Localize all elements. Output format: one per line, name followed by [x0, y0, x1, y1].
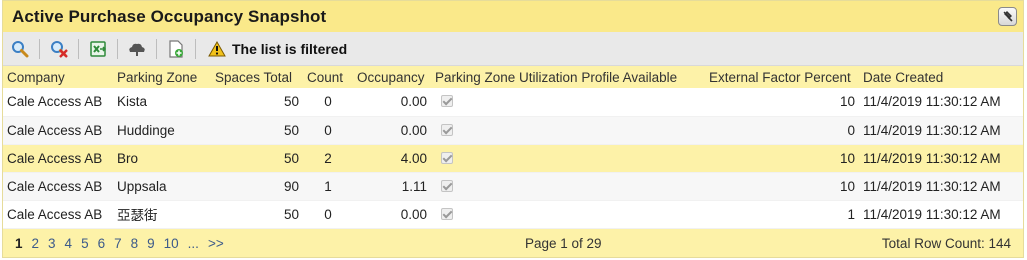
cell-company: Cale Access AB — [3, 172, 113, 201]
cell-count: 0 — [303, 200, 353, 229]
page-links: 1 2 3 4 5 6 7 8 9 10... >> — [3, 236, 233, 251]
cell-external-factor: 10 — [705, 172, 859, 201]
cell-occupancy: 1.11 — [353, 172, 431, 201]
cell-external-factor: 10 — [705, 144, 859, 173]
column-header-count[interactable]: Count — [303, 66, 353, 88]
title-bar: Active Purchase Occupancy Snapshot — [3, 1, 1023, 32]
column-header-company[interactable]: Company — [3, 66, 113, 88]
column-header-utilization-profile[interactable]: Parking Zone Utilization Profile Availab… — [431, 66, 705, 88]
profile-checkbox — [441, 179, 453, 192]
toolbar-divider — [39, 38, 40, 59]
cell-utilization-profile — [431, 172, 705, 201]
cell-external-factor: 10 — [705, 88, 859, 117]
cell-utilization-profile — [431, 88, 705, 117]
cell-spaces-total: 90 — [211, 172, 303, 201]
cell-parking-zone: Kista — [113, 88, 211, 117]
profile-checkbox — [441, 95, 453, 108]
cell-utilization-profile — [431, 144, 705, 173]
page-link[interactable]: 7 — [114, 236, 122, 251]
cell-count: 2 — [303, 144, 353, 173]
column-header-spaces-total[interactable]: Spaces Total — [211, 66, 303, 88]
clear-filter-icon[interactable] — [48, 38, 70, 60]
export-excel-icon[interactable] — [87, 38, 109, 60]
cell-parking-zone: Bro — [113, 144, 211, 173]
upload-icon[interactable] — [126, 38, 148, 60]
cell-occupancy: 4.00 — [353, 144, 431, 173]
pager-bar: 1 2 3 4 5 6 7 8 9 10... >> Page 1 of 29 Total Row … — [3, 229, 1023, 257]
page-link[interactable]: 9 — [147, 236, 155, 251]
pin-icon[interactable] — [998, 7, 1017, 26]
snapshot-panel: Active Purchase Occupancy Snapshot The l… — [2, 0, 1024, 258]
cell-parking-zone: Huddinge — [113, 116, 211, 145]
table-row[interactable]: Cale Access AB Kista 50 0 0.00 10 11/4/2019 11… — [3, 88, 1023, 117]
cell-company: Cale Access AB — [3, 200, 113, 229]
profile-checkbox — [441, 123, 453, 136]
page-link[interactable]: 8 — [131, 236, 139, 251]
cell-utilization-profile — [431, 116, 705, 145]
more-pages-link[interactable]: ... — [188, 236, 199, 251]
cell-count: 1 — [303, 172, 353, 201]
cell-date-created: 11/4/2019 11:30:12 AM — [859, 116, 1023, 145]
cell-date-created: 11/4/2019 11:30:12 AM — [859, 144, 1023, 173]
search-icon[interactable] — [9, 38, 31, 60]
table-row[interactable]: Cale Access AB 亞瑟街 50 0 0.00 1 11/4/2019 11:30… — [3, 200, 1023, 229]
warning-icon — [208, 40, 226, 57]
cell-spaces-total: 50 — [211, 200, 303, 229]
total-row-count: Total Row Count: 144 — [881, 235, 1011, 251]
page-info: Page 1 of 29 — [525, 235, 602, 251]
cell-utilization-profile — [431, 200, 705, 229]
cell-company: Cale Access AB — [3, 144, 113, 173]
cell-count: 0 — [303, 88, 353, 117]
cell-external-factor: 0 — [705, 116, 859, 145]
cell-count: 0 — [303, 116, 353, 145]
cell-spaces-total: 50 — [211, 144, 303, 173]
toolbar-divider — [156, 38, 157, 59]
page-link[interactable]: 4 — [65, 236, 73, 251]
occupancy-table: Company Parking Zone Spaces Total Count … — [3, 66, 1023, 229]
table-body: Cale Access AB Kista 50 0 0.00 10 11/4/2019 11… — [3, 88, 1023, 229]
profile-checkbox — [441, 207, 453, 220]
toolbar-divider — [117, 38, 118, 59]
profile-checkbox — [441, 151, 453, 164]
toolbar: The list is filtered — [3, 32, 1023, 66]
column-header-parking-zone[interactable]: Parking Zone — [113, 66, 211, 88]
page-link[interactable]: 3 — [48, 236, 56, 251]
column-header-external-factor[interactable]: External Factor Percent — [705, 66, 859, 88]
cell-date-created: 11/4/2019 11:30:12 AM — [859, 200, 1023, 229]
cell-spaces-total: 50 — [211, 88, 303, 117]
new-document-icon[interactable] — [165, 38, 187, 60]
cell-external-factor: 1 — [705, 200, 859, 229]
next-pages-link[interactable]: >> — [208, 236, 224, 251]
filter-message: The list is filtered — [232, 40, 348, 57]
column-header-date-created[interactable]: Date Created — [859, 66, 1023, 88]
header-row: Company Parking Zone Spaces Total Count … — [3, 66, 1023, 88]
cell-occupancy: 0.00 — [353, 116, 431, 145]
filter-notice: The list is filtered — [208, 40, 348, 57]
cell-date-created: 11/4/2019 11:30:12 AM — [859, 172, 1023, 201]
table-row[interactable]: Cale Access AB Bro 50 2 4.00 10 11/4/2019 11:3… — [3, 144, 1023, 173]
panel-title: Active Purchase Occupancy Snapshot — [12, 6, 327, 26]
cell-company: Cale Access AB — [3, 88, 113, 117]
cell-parking-zone: Uppsala — [113, 172, 211, 201]
cell-company: Cale Access AB — [3, 116, 113, 145]
cell-occupancy: 0.00 — [353, 88, 431, 117]
cell-spaces-total: 50 — [211, 116, 303, 145]
table-row[interactable]: Cale Access AB Uppsala 90 1 1.11 10 11/4/2019 … — [3, 172, 1023, 201]
column-header-occupancy[interactable]: Occupancy — [353, 66, 431, 88]
toolbar-divider — [195, 38, 196, 59]
toolbar-divider — [78, 38, 79, 59]
cell-date-created: 11/4/2019 11:30:12 AM — [859, 88, 1023, 117]
page-link[interactable]: 2 — [32, 236, 40, 251]
cell-occupancy: 0.00 — [353, 200, 431, 229]
page-link[interactable]: 10 — [164, 236, 179, 251]
page-link[interactable]: 6 — [98, 236, 106, 251]
table-row[interactable]: Cale Access AB Huddinge 50 0 0.00 0 11/4/2019 … — [3, 116, 1023, 145]
page-link: 1 — [15, 235, 23, 251]
page-link[interactable]: 5 — [81, 236, 89, 251]
cell-parking-zone: 亞瑟街 — [113, 200, 211, 229]
